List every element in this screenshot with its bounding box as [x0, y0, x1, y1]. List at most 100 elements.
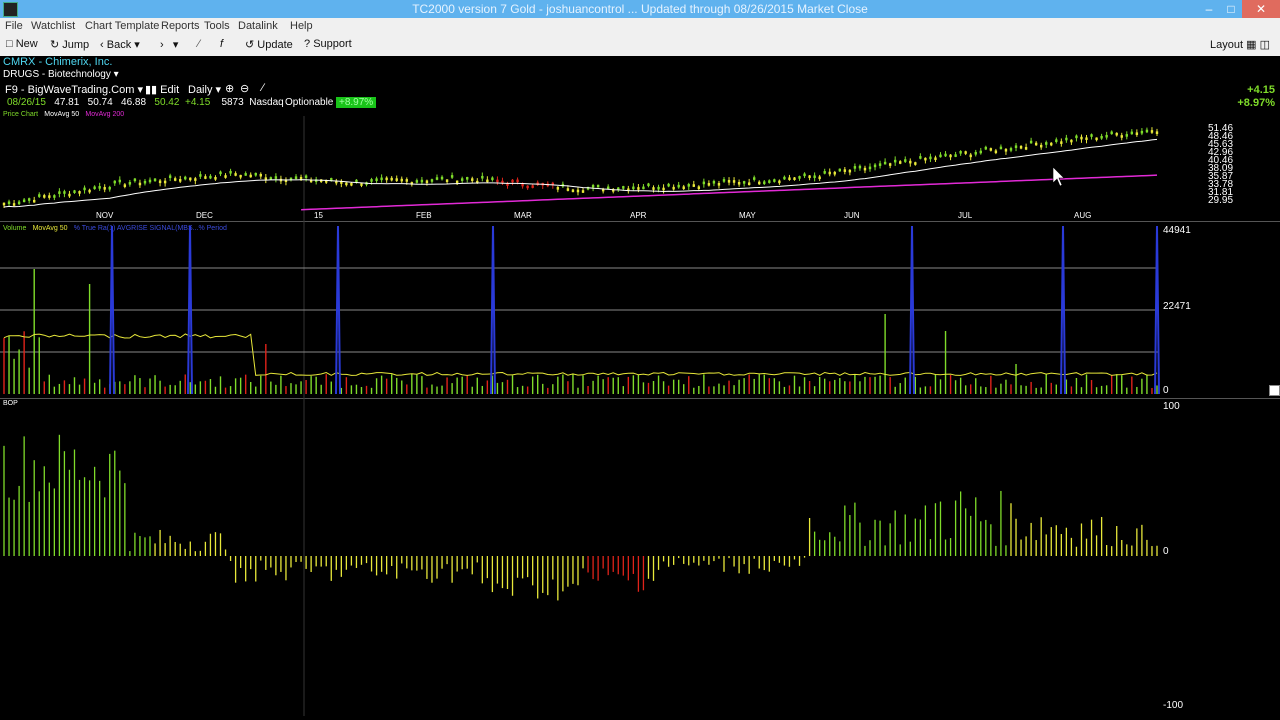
price-candle-body — [179, 179, 182, 182]
price-candle-body — [853, 166, 857, 169]
price-candle-body — [68, 193, 71, 197]
price-candle-body — [637, 187, 640, 190]
menu-datalink[interactable]: Datalink — [238, 20, 278, 32]
price-candle-body — [274, 176, 278, 179]
menu-watchlist[interactable]: Watchlist — [31, 20, 75, 32]
price-candle-body — [148, 179, 152, 183]
price-candle-body — [440, 176, 444, 180]
price-candle-body — [858, 165, 862, 169]
price-candle-body — [813, 175, 816, 179]
signal-spike — [187, 225, 193, 395]
price-candle-body — [1060, 141, 1063, 144]
price-candle-body — [1135, 132, 1139, 136]
jump-icon: ↻ — [50, 39, 60, 51]
price-candle-body — [249, 174, 252, 178]
price-candle-body — [581, 190, 585, 193]
update-label: Update — [257, 39, 293, 51]
price-candle-body — [662, 187, 665, 191]
title-bar: TC2000 version 7 Gold - joshuancontrol .… — [0, 0, 1280, 18]
menu-file[interactable]: File — [5, 20, 23, 32]
price-candle-body — [83, 187, 86, 191]
price-candle-body — [1085, 137, 1088, 141]
price-candle-body — [979, 150, 982, 154]
price-candle-body — [1065, 137, 1068, 141]
jump-button[interactable]: ↻ Jump — [50, 38, 89, 51]
layout-label: Layout — [1210, 39, 1244, 51]
price-candle-body — [531, 185, 534, 188]
price-candle-body — [989, 148, 993, 151]
menu-reports[interactable]: Reports — [161, 20, 200, 32]
price-candle-body — [591, 185, 595, 188]
menu-tools[interactable]: Tools — [204, 20, 230, 32]
back-button[interactable]: ‹ Back ▾ — [100, 38, 140, 51]
price-candle-body — [1130, 131, 1134, 135]
price-candle-body — [496, 179, 499, 183]
price-candle-body — [893, 159, 897, 163]
scroll-handle[interactable] — [1269, 385, 1280, 396]
price-candle-body — [652, 187, 655, 190]
price-candle-body — [526, 185, 529, 189]
price-candle-body — [1019, 145, 1023, 149]
price-candle-body — [793, 177, 796, 181]
price-candle-body — [450, 175, 454, 178]
price-candle-body — [239, 174, 242, 178]
price-candle-body — [78, 191, 81, 194]
signal-spike — [1060, 225, 1066, 395]
price-candle-body — [712, 180, 716, 184]
price-candle-body — [768, 180, 771, 183]
price-candle-body — [919, 156, 922, 159]
price-candle-body — [405, 179, 408, 182]
price-candle-body — [1029, 140, 1033, 144]
price-candle-body — [1140, 130, 1144, 134]
price-candle-body — [98, 186, 101, 189]
update-button[interactable]: ↺ Update — [245, 38, 293, 51]
price-candle-body — [622, 186, 625, 189]
price-candle-body — [939, 154, 942, 158]
minimize-button[interactable]: – — [1196, 0, 1222, 18]
price-candle-body — [707, 183, 711, 186]
price-candle-body — [833, 171, 836, 175]
price-candle-body — [657, 186, 660, 190]
price-candle-body — [737, 181, 741, 185]
price-candle-body — [466, 177, 469, 180]
price-candle-body — [254, 172, 257, 176]
layout-window-icon: ◫ — [1259, 39, 1270, 51]
menu-help[interactable]: Help — [290, 20, 313, 32]
price-candle-body — [481, 175, 484, 179]
formula-button[interactable]: f — [220, 38, 223, 50]
price-candle-body — [163, 180, 167, 184]
price-candle-body — [360, 183, 363, 186]
price-candle-body — [521, 183, 524, 187]
draw-tool-button[interactable]: ⁄ — [198, 38, 200, 50]
price-candle-body — [491, 177, 494, 181]
price-candle-body — [667, 183, 670, 187]
price-candle-body — [758, 181, 761, 185]
price-candle-body — [53, 195, 56, 198]
ma50-line — [3, 138, 1158, 208]
forward-button[interactable]: › ▾ — [160, 38, 178, 51]
price-candle-body — [934, 157, 937, 161]
layout-button[interactable]: Layout ▦ ◫ — [1210, 38, 1270, 51]
menu-chart-template[interactable]: Chart Template — [85, 20, 159, 32]
close-button[interactable]: ✕ — [1242, 0, 1280, 18]
support-button[interactable]: ? Support — [304, 38, 352, 50]
new-button[interactable]: □ New — [6, 38, 38, 50]
back-label: Back — [106, 39, 132, 51]
price-candle-body — [1039, 144, 1043, 148]
price-candle-body — [1034, 142, 1038, 146]
price-candle-body — [1105, 134, 1108, 138]
refresh-icon: ↺ — [245, 39, 255, 51]
maximize-button[interactable]: □ — [1222, 0, 1240, 18]
chart-area[interactable]: CMRX - Chimerix, Inc. DRUGS - Biotechnol… — [0, 56, 1280, 716]
price-candle-body — [1009, 148, 1013, 151]
price-candle-body — [732, 180, 736, 183]
price-candle-body — [304, 175, 308, 179]
price-candle-body — [1150, 130, 1154, 133]
price-candle-body — [647, 183, 650, 187]
price-candle-body — [445, 179, 449, 182]
price-candle-body — [682, 186, 685, 190]
price-candle-body — [878, 163, 882, 166]
price-candle-body — [1070, 139, 1073, 143]
price-candle-body — [798, 176, 801, 179]
price-candle-body — [1090, 134, 1093, 137]
